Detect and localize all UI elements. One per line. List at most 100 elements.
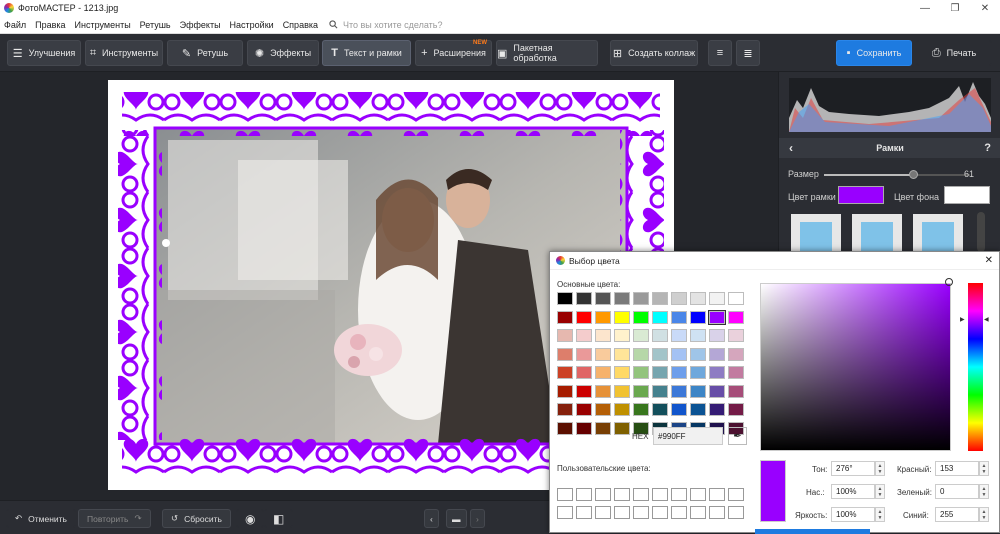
custom-color-slot[interactable] bbox=[652, 488, 668, 501]
custom-color-slot[interactable] bbox=[728, 488, 744, 501]
undo-button[interactable]: ↶ Отменить bbox=[6, 509, 76, 528]
color-swatch[interactable] bbox=[728, 310, 744, 324]
menu-edit[interactable]: Правка bbox=[35, 20, 65, 30]
color-swatch[interactable] bbox=[576, 310, 592, 324]
custom-color-slot[interactable] bbox=[671, 506, 687, 519]
color-swatch[interactable] bbox=[690, 366, 706, 379]
color-swatch[interactable] bbox=[614, 366, 630, 379]
custom-color-slot[interactable] bbox=[671, 488, 687, 501]
folder-button[interactable]: ▬ bbox=[446, 509, 467, 528]
color-swatch[interactable] bbox=[671, 292, 687, 305]
tab-enhance[interactable]: ☰ Улучшения bbox=[7, 40, 81, 66]
color-swatch[interactable] bbox=[652, 403, 668, 416]
color-swatch[interactable] bbox=[595, 403, 611, 416]
color-swatch[interactable] bbox=[671, 403, 687, 416]
custom-color-slot[interactable] bbox=[576, 488, 592, 501]
color-swatch[interactable] bbox=[709, 366, 725, 379]
tab-retouch[interactable]: ✎ Ретушь bbox=[167, 40, 243, 66]
custom-color-slot[interactable] bbox=[690, 506, 706, 519]
close-icon[interactable]: ✕ bbox=[985, 255, 993, 266]
color-swatch[interactable] bbox=[576, 347, 592, 361]
saturation-stepper[interactable]: ▲ ▼ bbox=[875, 484, 885, 499]
color-swatch[interactable] bbox=[576, 421, 592, 435]
color-swatch[interactable] bbox=[671, 347, 687, 361]
color-swatch[interactable] bbox=[595, 366, 611, 379]
maximize-icon[interactable]: ❐ bbox=[940, 0, 970, 16]
color-swatch[interactable] bbox=[728, 329, 744, 342]
color-swatch[interactable] bbox=[652, 292, 668, 305]
color-swatch[interactable] bbox=[595, 421, 611, 435]
color-swatch[interactable] bbox=[709, 384, 725, 398]
blue-stepper[interactable]: ▲ ▼ bbox=[979, 507, 989, 522]
color-swatch[interactable] bbox=[652, 347, 668, 361]
custom-color-slot[interactable] bbox=[633, 488, 649, 501]
color-swatch[interactable] bbox=[557, 310, 573, 324]
color-swatch[interactable] bbox=[595, 329, 611, 342]
color-swatch[interactable] bbox=[557, 384, 573, 398]
menu-tools[interactable]: Инструменты bbox=[75, 20, 131, 30]
color-swatch[interactable] bbox=[614, 347, 630, 361]
scrollbar[interactable] bbox=[977, 212, 985, 252]
color-swatch[interactable] bbox=[633, 403, 649, 416]
color-swatch[interactable] bbox=[614, 292, 630, 305]
custom-color-slot[interactable] bbox=[614, 506, 630, 519]
brightness-input[interactable]: 100% bbox=[831, 507, 875, 522]
green-input[interactable]: 0 bbox=[935, 484, 979, 499]
color-swatch[interactable] bbox=[671, 366, 687, 379]
color-swatch[interactable] bbox=[652, 366, 668, 379]
tab-effects[interactable]: ✺ Эффекты bbox=[247, 40, 319, 66]
custom-color-slot[interactable] bbox=[690, 488, 706, 501]
color-swatch[interactable] bbox=[633, 310, 649, 324]
color-swatch[interactable] bbox=[690, 329, 706, 342]
custom-color-slot[interactable] bbox=[576, 506, 592, 519]
blue-input[interactable]: 255 bbox=[935, 507, 979, 522]
color-swatch[interactable] bbox=[690, 292, 706, 305]
custom-color-slot[interactable] bbox=[557, 506, 573, 519]
custom-color-slot[interactable] bbox=[633, 506, 649, 519]
color-swatch[interactable] bbox=[728, 292, 744, 305]
help-icon[interactable]: ? bbox=[984, 142, 991, 154]
color-swatch[interactable] bbox=[557, 347, 573, 361]
frame-color-swatch[interactable] bbox=[838, 186, 884, 204]
color-swatch[interactable] bbox=[709, 329, 725, 342]
color-swatch[interactable] bbox=[576, 366, 592, 379]
color-swatch[interactable] bbox=[652, 329, 668, 342]
size-slider-handle[interactable] bbox=[909, 170, 919, 179]
menu-settings[interactable]: Настройки bbox=[230, 20, 274, 30]
menu-retouch[interactable]: Ретушь bbox=[140, 20, 171, 30]
custom-color-slot[interactable] bbox=[557, 488, 573, 501]
color-swatch[interactable] bbox=[728, 347, 744, 361]
color-swatch[interactable] bbox=[728, 384, 744, 398]
collage-button[interactable]: ⊞ Создать коллаж bbox=[610, 40, 698, 66]
color-swatch[interactable] bbox=[614, 384, 630, 398]
color-swatch[interactable] bbox=[633, 366, 649, 379]
color-swatch[interactable] bbox=[614, 310, 630, 324]
saturation-brightness-field[interactable] bbox=[760, 283, 951, 451]
tab-text-frames[interactable]: T Текст и рамки bbox=[322, 40, 411, 66]
color-swatch[interactable] bbox=[595, 384, 611, 398]
menu-file[interactable]: Файл bbox=[4, 20, 26, 30]
compare-list-button[interactable]: ≡ bbox=[708, 40, 732, 66]
color-swatch[interactable] bbox=[708, 309, 726, 325]
custom-color-slot[interactable] bbox=[728, 506, 744, 519]
color-swatch[interactable] bbox=[690, 310, 706, 324]
color-swatch[interactable] bbox=[709, 347, 725, 361]
custom-color-slot[interactable] bbox=[709, 506, 725, 519]
color-swatch[interactable] bbox=[576, 384, 592, 398]
color-swatch[interactable] bbox=[728, 403, 744, 416]
menu-search[interactable]: Что вы хотите сделать? bbox=[329, 20, 452, 30]
back-arrow-icon[interactable]: ‹ bbox=[789, 141, 793, 155]
color-swatch[interactable] bbox=[595, 347, 611, 361]
reset-button[interactable]: ↺ Сбросить bbox=[162, 509, 231, 528]
color-swatch[interactable] bbox=[595, 292, 611, 305]
color-swatch[interactable] bbox=[633, 329, 649, 342]
color-swatch[interactable] bbox=[557, 421, 573, 435]
hue-stepper[interactable]: ▲ ▼ bbox=[875, 461, 885, 476]
preview-button[interactable]: ◉ bbox=[236, 509, 265, 528]
color-swatch[interactable] bbox=[690, 347, 706, 361]
color-swatch[interactable] bbox=[690, 384, 706, 398]
color-swatch[interactable] bbox=[557, 366, 573, 379]
saturation-input[interactable]: 100% bbox=[831, 484, 875, 499]
custom-color-slot[interactable] bbox=[595, 506, 611, 519]
eyedropper-icon[interactable]: ✒ bbox=[728, 427, 747, 445]
